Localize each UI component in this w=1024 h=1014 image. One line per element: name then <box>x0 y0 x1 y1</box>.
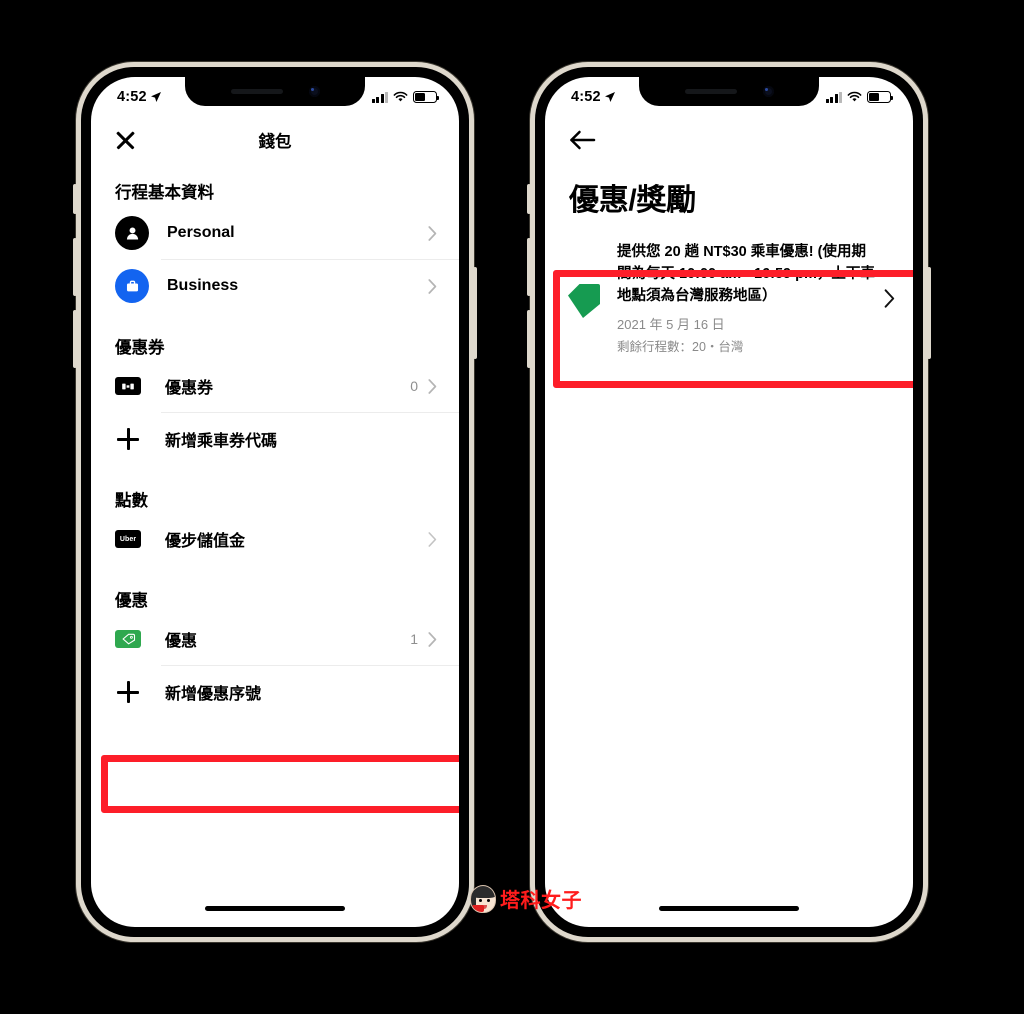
chevron-right-icon <box>428 278 437 294</box>
person-avatar-icon <box>115 216 149 250</box>
location-arrow-icon <box>604 92 615 102</box>
list-item-count: 0 <box>410 378 418 394</box>
notch <box>185 77 365 106</box>
status-indicators <box>825 91 894 103</box>
offer-date: 2021 年 5 月 16 日 <box>617 317 725 333</box>
chevron-right-icon <box>428 631 437 647</box>
wifi-icon <box>847 91 862 102</box>
earpiece-speaker-icon <box>230 89 283 94</box>
location-arrow-icon <box>150 92 161 102</box>
plus-icon <box>115 426 141 452</box>
promo-tag-icon <box>115 630 141 648</box>
section-label-points: 點數 <box>115 492 148 510</box>
offer-meta: 剩餘行程數：20・台灣 <box>617 340 744 355</box>
section-label-trip-profile: 行程基本資料 <box>115 184 214 202</box>
list-item-label: 新增乘車券代碼 <box>165 433 278 450</box>
phone-bezel: 4:52 <box>535 67 923 937</box>
back-arrow-icon[interactable] <box>569 128 596 152</box>
status-time: 4:52 <box>571 89 616 105</box>
page-title: 優惠/獎勵 <box>569 184 696 217</box>
list-item-add-promo-code[interactable]: 新增優惠序號 <box>91 666 459 718</box>
cellular-signal-icon <box>371 91 388 103</box>
battery-icon <box>413 91 440 103</box>
watermark: 塔科女子 <box>470 884 582 913</box>
phone-device-wallet: 4:52 錢包 行程基本資料 Personal Business 優惠券 優惠券… <box>73 62 477 942</box>
offer-card[interactable]: 提供您 20 趟 NT$30 乘車優惠! (使用期間為每天 10:00 am -… <box>545 221 913 372</box>
power-button[interactable] <box>927 267 931 359</box>
status-time-label: 4:52 <box>571 89 601 105</box>
wifi-icon <box>393 91 408 102</box>
power-button[interactable] <box>473 267 477 359</box>
list-item-label: 優惠券 <box>165 380 214 397</box>
list-item-promotions[interactable]: 優惠 1 <box>91 613 459 665</box>
chevron-right-icon <box>428 225 437 241</box>
volume-up-button[interactable] <box>73 238 77 296</box>
green-tag-icon <box>567 283 601 319</box>
volume-down-button[interactable] <box>73 310 77 368</box>
chevron-right-icon <box>884 288 895 308</box>
home-indicator[interactable] <box>659 905 799 911</box>
front-camera-icon <box>762 86 774 97</box>
phone-screen-wallet: 4:52 錢包 行程基本資料 Personal Business 優惠券 優惠券… <box>91 77 459 927</box>
watermark-avatar-icon <box>470 884 496 913</box>
plus-icon <box>115 679 141 705</box>
watermark-text: 塔科女子 <box>500 888 582 912</box>
list-item-count: 1 <box>410 631 418 647</box>
list-item-label: 優步儲值金 <box>165 533 246 550</box>
list-item-voucher[interactable]: 優惠券 0 <box>91 360 459 412</box>
phone-device-promotions: 4:52 優惠/獎勵 提供您 20 趟 NT$30 乘車優惠! (使用期間為每天… <box>527 62 931 942</box>
offer-body: 提供您 20 趟 NT$30 乘車優惠! (使用期間為每天 10:00 am -… <box>617 241 884 355</box>
list-item-label: 新增優惠序號 <box>165 686 262 703</box>
notch <box>639 77 819 106</box>
briefcase-avatar-icon <box>115 269 149 303</box>
earpiece-speaker-icon <box>684 89 737 94</box>
list-item-add-ride-voucher[interactable]: 新增乘車券代碼 <box>91 413 459 465</box>
list-item-uber-cash[interactable]: Uber 優步儲值金 <box>91 513 459 565</box>
chevron-right-icon <box>428 378 437 394</box>
home-indicator[interactable] <box>205 905 345 911</box>
list-item-label: 優惠 <box>165 633 198 650</box>
phone-screen-promotions: 4:52 優惠/獎勵 提供您 20 趟 NT$30 乘車優惠! (使用期間為每天… <box>545 77 913 927</box>
offer-title: 提供您 20 趟 NT$30 乘車優惠! (使用期間為每天 10:00 am -… <box>617 244 875 305</box>
volume-up-button[interactable] <box>527 238 531 296</box>
status-time-label: 4:52 <box>117 89 147 105</box>
phone-bezel: 4:52 <box>81 67 469 937</box>
status-time: 4:52 <box>117 89 162 105</box>
mute-switch-button[interactable] <box>73 184 77 214</box>
status-indicators <box>371 91 440 103</box>
battery-icon <box>867 91 894 103</box>
list-item-label: Business <box>167 277 239 294</box>
front-camera-icon <box>308 86 320 97</box>
screenshot-canvas: 4:52 錢包 行程基本資料 Personal Business 優惠券 優惠券… <box>0 0 1024 1014</box>
cellular-signal-icon <box>825 91 842 103</box>
list-item-business[interactable]: Business <box>91 260 459 312</box>
list-item-personal[interactable]: Personal <box>91 207 459 259</box>
section-label-promotions: 優惠 <box>115 592 148 610</box>
highlight-box-promotions-row <box>101 755 459 813</box>
chevron-right-icon <box>428 531 437 547</box>
section-label-vouchers: 優惠券 <box>115 339 165 357</box>
close-icon[interactable] <box>113 128 137 152</box>
volume-down-button[interactable] <box>527 310 531 368</box>
mute-switch-button[interactable] <box>527 184 531 214</box>
ticket-icon <box>115 377 141 395</box>
page-title: 錢包 <box>258 133 292 151</box>
list-item-label: Personal <box>167 224 235 241</box>
uber-cash-icon: Uber <box>115 530 141 548</box>
